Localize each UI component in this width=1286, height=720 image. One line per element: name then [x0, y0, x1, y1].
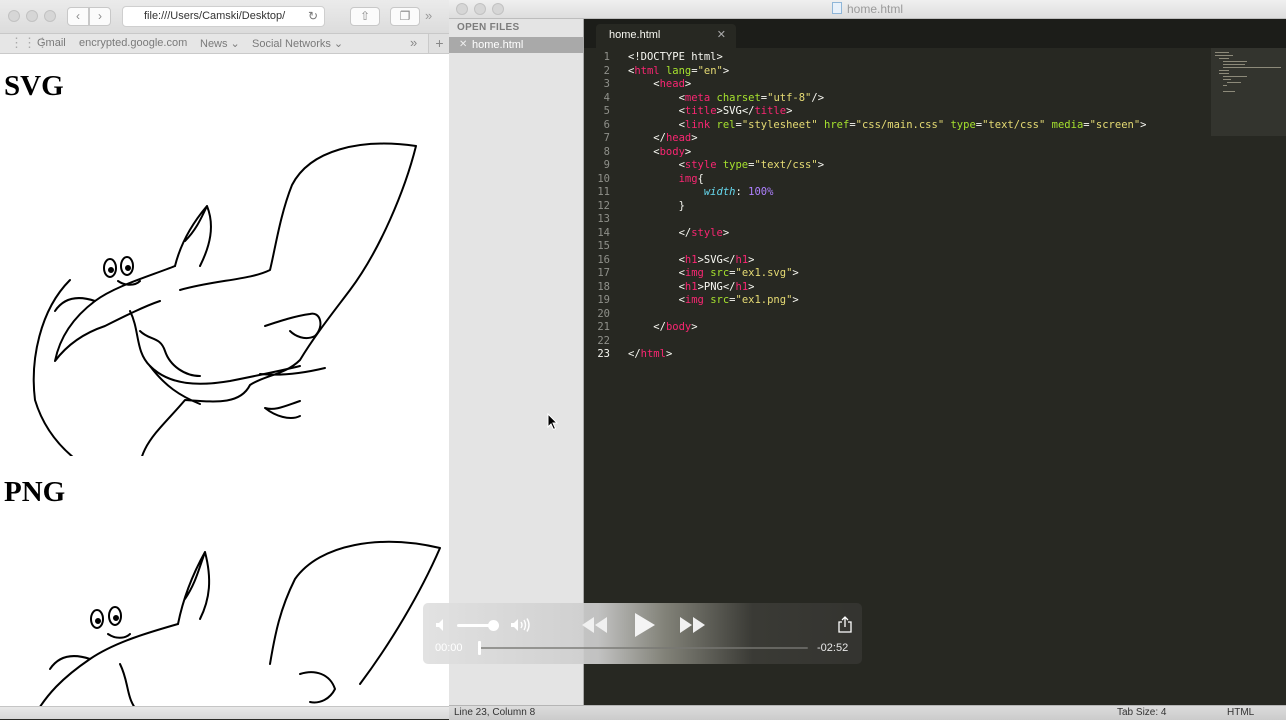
cursor-position: Line 23, Column 8 — [454, 707, 536, 718]
pterodactyl-png-image — [39, 540, 441, 706]
code-line-21: </body> — [628, 321, 698, 333]
line-number: 12 — [597, 199, 610, 212]
sidebar-header: OPEN FILES — [457, 22, 520, 33]
show-tabs-button[interactable]: ❐ — [390, 7, 420, 26]
code-line-18: <h1>PNG</h1> — [628, 280, 755, 293]
new-tab-plus-icon[interactable]: + — [428, 34, 449, 53]
safari-status-strip — [0, 706, 449, 719]
tab-bar: home.html ✕ — [584, 19, 1286, 48]
code-line-11: width: 100% — [703, 186, 774, 198]
safari-window: ‹ › file:///Users/Camski/Desktop/ ↻ ⇧ ❐ … — [0, 0, 449, 719]
window-title: home.html — [449, 2, 1286, 16]
volume-knob[interactable] — [487, 620, 499, 631]
line-number: 11 — [597, 186, 610, 198]
line-number: 14 — [597, 226, 610, 239]
line-number: 1 — [603, 51, 610, 63]
code-line-5: <title>SVG</title> — [628, 105, 793, 117]
syntax-selector[interactable]: HTML — [1227, 707, 1254, 718]
minimap[interactable] — [1211, 48, 1286, 136]
volume-max-icon[interactable] — [510, 618, 534, 632]
line-number: 6 — [603, 118, 610, 131]
line-number: 7 — [603, 132, 610, 144]
bookmark-news-folder[interactable]: News ⌄ — [200, 37, 240, 50]
share-button[interactable]: ⇧ — [350, 7, 380, 26]
close-tab-icon[interactable]: ✕ — [717, 24, 726, 46]
line-number: 9 — [603, 159, 610, 171]
line-number: 10 — [597, 172, 610, 185]
code-line-19: <img src="ex1.png"> — [628, 294, 799, 306]
code-line-17: <img src="ex1.svg"> — [628, 267, 799, 279]
fast-forward-icon[interactable] — [678, 616, 706, 634]
current-time: 00:00 — [435, 642, 463, 654]
page-heading-svg: SVG — [4, 70, 64, 102]
minimize-window-button[interactable] — [26, 10, 38, 22]
line-number: 17 — [597, 267, 610, 279]
play-icon[interactable] — [633, 612, 657, 638]
reload-icon[interactable]: ↻ — [308, 7, 318, 26]
close-file-icon[interactable]: ✕ — [459, 37, 467, 53]
url-text: file:///Users/Camski/Desktop/ — [144, 10, 286, 22]
line-number: 15 — [597, 240, 610, 252]
code-line-8: <body> — [628, 145, 692, 158]
scrubber-track[interactable] — [479, 647, 808, 649]
line-number: 23 — [597, 348, 610, 360]
playhead[interactable] — [478, 641, 481, 655]
line-number: 16 — [597, 253, 610, 266]
line-number: 4 — [603, 91, 610, 104]
sidebar-item-label: home.html — [472, 39, 524, 51]
code-line-9: <style type="text/css"> — [628, 159, 825, 171]
bookmark-encrypted-google[interactable]: encrypted.google.com — [79, 37, 187, 49]
page-heading-png: PNG — [4, 476, 66, 508]
rewind-icon[interactable] — [581, 616, 609, 634]
address-bar[interactable]: file:///Users/Camski/Desktop/ ↻ — [122, 6, 325, 27]
line-number: 3 — [603, 78, 610, 90]
close-window-button[interactable] — [8, 10, 20, 22]
bookmark-gmail[interactable]: Gmail — [37, 37, 66, 49]
status-bar: Line 23, Column 8 Tab Size: 4 HTML — [449, 705, 1286, 720]
line-number: 2 — [603, 64, 610, 77]
bookmarks-bar: ⋮⋮⋮ Gmail encrypted.google.com News ⌄ So… — [0, 34, 449, 54]
code-line-16: <h1>SVG</h1> — [628, 253, 755, 266]
volume-mute-icon[interactable] — [435, 618, 449, 632]
tab-home-html[interactable]: home.html ✕ — [596, 24, 736, 48]
code-line-10: img{ — [678, 172, 704, 185]
sublime-titlebar: home.html — [449, 0, 1286, 19]
bookmark-social-networks-folder[interactable]: Social Networks ⌄ — [252, 37, 343, 50]
code-line-12: } — [628, 199, 685, 212]
line-number: 20 — [597, 307, 610, 320]
sidebar-item-home-html[interactable]: ✕ home.html — [449, 37, 583, 53]
code-line-7: </head> — [628, 132, 698, 144]
video-player-controls: 00:00 -02:52 — [423, 603, 862, 664]
web-page: SVG PNG — [0, 54, 449, 706]
back-button[interactable]: ‹ — [67, 7, 89, 26]
code-line-3: <head> — [628, 78, 692, 90]
code-line-1: <!DOCTYPE html> — [628, 51, 723, 63]
tab-label: home.html — [609, 29, 661, 41]
line-number: 8 — [603, 145, 610, 158]
tab-size-selector[interactable]: Tab Size: 4 — [1117, 707, 1166, 718]
window-title-text: home.html — [846, 2, 904, 16]
bookmarks-overflow-icon[interactable]: » — [410, 35, 417, 50]
line-number: 13 — [597, 213, 610, 225]
chevron-right-icon[interactable]: » — [425, 8, 432, 23]
mouse-pointer-icon — [547, 413, 559, 431]
forward-button[interactable]: › — [89, 7, 111, 26]
document-icon — [831, 2, 842, 14]
line-number: 21 — [597, 321, 610, 333]
pterodactyl-svg-image — [32, 142, 417, 456]
code-line-23: </html> — [628, 348, 673, 360]
line-number: 22 — [597, 334, 610, 347]
safari-toolbar: ‹ › file:///Users/Camski/Desktop/ ↻ ⇧ ❐ … — [0, 0, 449, 34]
code-line-14: </style> — [628, 226, 730, 239]
remaining-time: -02:52 — [817, 642, 849, 654]
share-icon[interactable] — [838, 616, 852, 633]
code-line-6: <link rel="stylesheet" href="css/main.cs… — [628, 118, 1147, 131]
zoom-window-button[interactable] — [44, 10, 56, 22]
code-line-4: <meta charset="utf-8"/> — [628, 91, 825, 104]
line-number: 19 — [597, 294, 610, 306]
line-number: 5 — [603, 105, 610, 117]
line-number: 18 — [597, 280, 610, 293]
code-line-2: <html lang="en"> — [628, 64, 730, 77]
